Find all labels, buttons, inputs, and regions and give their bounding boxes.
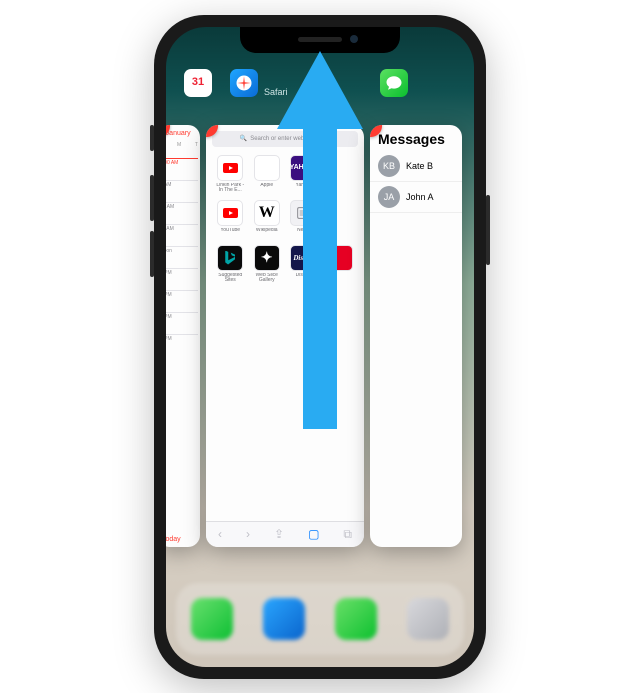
- calendar-hour-row: 1 PM: [166, 268, 198, 290]
- favorite-label: Disney: [296, 273, 311, 284]
- avatar: KB: [378, 155, 400, 177]
- youtube-icon: [217, 200, 243, 226]
- favorite-gallery[interactable]: ✦ Web Slice Gallery: [251, 245, 284, 284]
- screen: 31 Safari ‹ January: [166, 27, 474, 667]
- messages-list: KB Kate B JA John A: [370, 151, 462, 213]
- address-placeholder: Search or enter website name: [250, 136, 330, 142]
- iphone-frame: 31 Safari ‹ January: [154, 15, 486, 679]
- safari-app-icon: [230, 69, 258, 97]
- contact-name: John A: [406, 192, 434, 202]
- yahoo-icon: YAHOO!: [290, 155, 316, 181]
- avatar: JA: [378, 186, 400, 208]
- favorite-label: Web Slice Gallery: [251, 273, 283, 284]
- compass-icon: [235, 74, 253, 92]
- safari-toolbar: ‹ › ⇪ ▢ ⧉: [206, 521, 364, 547]
- calendar-hour-row: 9 AM: [166, 180, 198, 202]
- calendar-hour-row: 10 AM: [166, 202, 198, 224]
- display-notch: [240, 27, 400, 53]
- favorite-disney[interactable]: Disney Disney: [287, 245, 320, 284]
- favorite-youtube[interactable]: Linkin Park - In The E...: [214, 155, 247, 194]
- safari-favorites-grid: Linkin Park - In The E... Apple YAHOO! Yaho…: [206, 153, 364, 286]
- favorite-label: Suggested Sites: [214, 273, 246, 284]
- volume-down-button[interactable]: [150, 231, 154, 277]
- speech-bubble-icon: [385, 74, 403, 92]
- search-icon: 🔍: [240, 135, 247, 142]
- calendar-back-label: January: [166, 130, 191, 137]
- home-icons-row: 31 Safari: [166, 69, 474, 97]
- calendar-icon-day: 31: [192, 77, 204, 88]
- calendar-header[interactable]: ‹ January: [166, 125, 200, 142]
- favorite-label: YouTube: [220, 228, 240, 239]
- back-icon[interactable]: ‹: [218, 527, 222, 541]
- favorite-youtube[interactable]: YouTube: [214, 200, 247, 239]
- app-card-safari[interactable]: 🔍 Search or enter website name Linkin Pa…: [206, 125, 364, 547]
- news-icon: [290, 200, 316, 226]
- calendar-daynum-row: 31: [166, 150, 198, 156]
- volume-up-button[interactable]: [150, 175, 154, 221]
- mute-switch[interactable]: [150, 125, 154, 151]
- apple-icon: [254, 155, 280, 181]
- favorite-news[interactable]: News: [287, 200, 320, 239]
- dock-app-1: [191, 598, 233, 640]
- app-card-calendar[interactable]: ‹ January S M T 31 8:00 AM 9 AM 10 AM 11: [166, 125, 200, 547]
- calendar-weekday-row: S M T: [166, 142, 198, 148]
- forward-icon[interactable]: ›: [246, 527, 250, 541]
- calendar-hour-row: Noon: [166, 246, 198, 268]
- contact-name: Kate B: [406, 161, 433, 171]
- app-switcher[interactable]: ‹ January S M T 31 8:00 AM 9 AM 10 AM 11: [166, 125, 474, 547]
- app-card-messages[interactable]: Messages KB Kate B JA John A: [370, 125, 462, 547]
- message-thread[interactable]: JA John A: [370, 182, 462, 213]
- calendar-hour-row: 3 PM: [166, 312, 198, 334]
- dock-app-3: [335, 598, 377, 640]
- safari-label: Safari: [264, 87, 288, 97]
- bookmarks-icon[interactable]: ▢: [308, 527, 319, 541]
- favorite-label: Apple: [260, 183, 273, 194]
- pinterest-icon: [327, 245, 353, 271]
- share-icon[interactable]: ⇪: [274, 527, 284, 541]
- favorite-label: News: [297, 228, 310, 239]
- earpiece-speaker: [298, 37, 342, 42]
- tabs-icon[interactable]: ⧉: [343, 527, 352, 542]
- wikipedia-icon: W: [254, 200, 280, 226]
- messages-app-icon: [380, 69, 408, 97]
- calendar-app-icon: 31: [184, 69, 212, 97]
- messages-title: Messages: [370, 125, 462, 151]
- favorite-yahoo[interactable]: YAHOO! Yahoo!: [287, 155, 320, 194]
- dock-app-2: [263, 598, 305, 640]
- favorite-blank: [324, 200, 357, 239]
- favorite-blank: [324, 155, 357, 194]
- dock: [176, 583, 464, 655]
- calendar-hour-row: 4 PM: [166, 334, 198, 356]
- favorite-bing[interactable]: Suggested Sites: [214, 245, 247, 284]
- favorite-label: Linkin Park - In The E...: [214, 183, 246, 194]
- calendar-hour-row: 2 PM: [166, 290, 198, 312]
- favorite-apple[interactable]: Apple: [251, 155, 284, 194]
- youtube-icon: [217, 155, 243, 181]
- dock-app-4: [407, 598, 449, 640]
- calendar-now-line: 8:00 AM: [166, 158, 198, 180]
- favorite-label: Wikipedia: [256, 228, 278, 239]
- disney-icon: Disney: [290, 245, 316, 271]
- gallery-icon: ✦: [254, 245, 280, 271]
- favorite-pinterest[interactable]: [324, 245, 357, 284]
- message-thread[interactable]: KB Kate B: [370, 151, 462, 182]
- calendar-body: S M T 31 8:00 AM 9 AM 10 AM 11 AM Noon 1…: [166, 142, 200, 356]
- side-power-button[interactable]: [486, 195, 490, 265]
- favorite-label: Yahoo!: [296, 183, 311, 194]
- calendar-hour-row: 11 AM: [166, 224, 198, 246]
- front-camera: [350, 35, 358, 43]
- calendar-today-button[interactable]: Today: [166, 536, 181, 543]
- favorite-wikipedia[interactable]: W Wikipedia: [251, 200, 284, 239]
- safari-address-bar[interactable]: 🔍 Search or enter website name: [212, 131, 358, 147]
- bing-icon: [217, 245, 243, 271]
